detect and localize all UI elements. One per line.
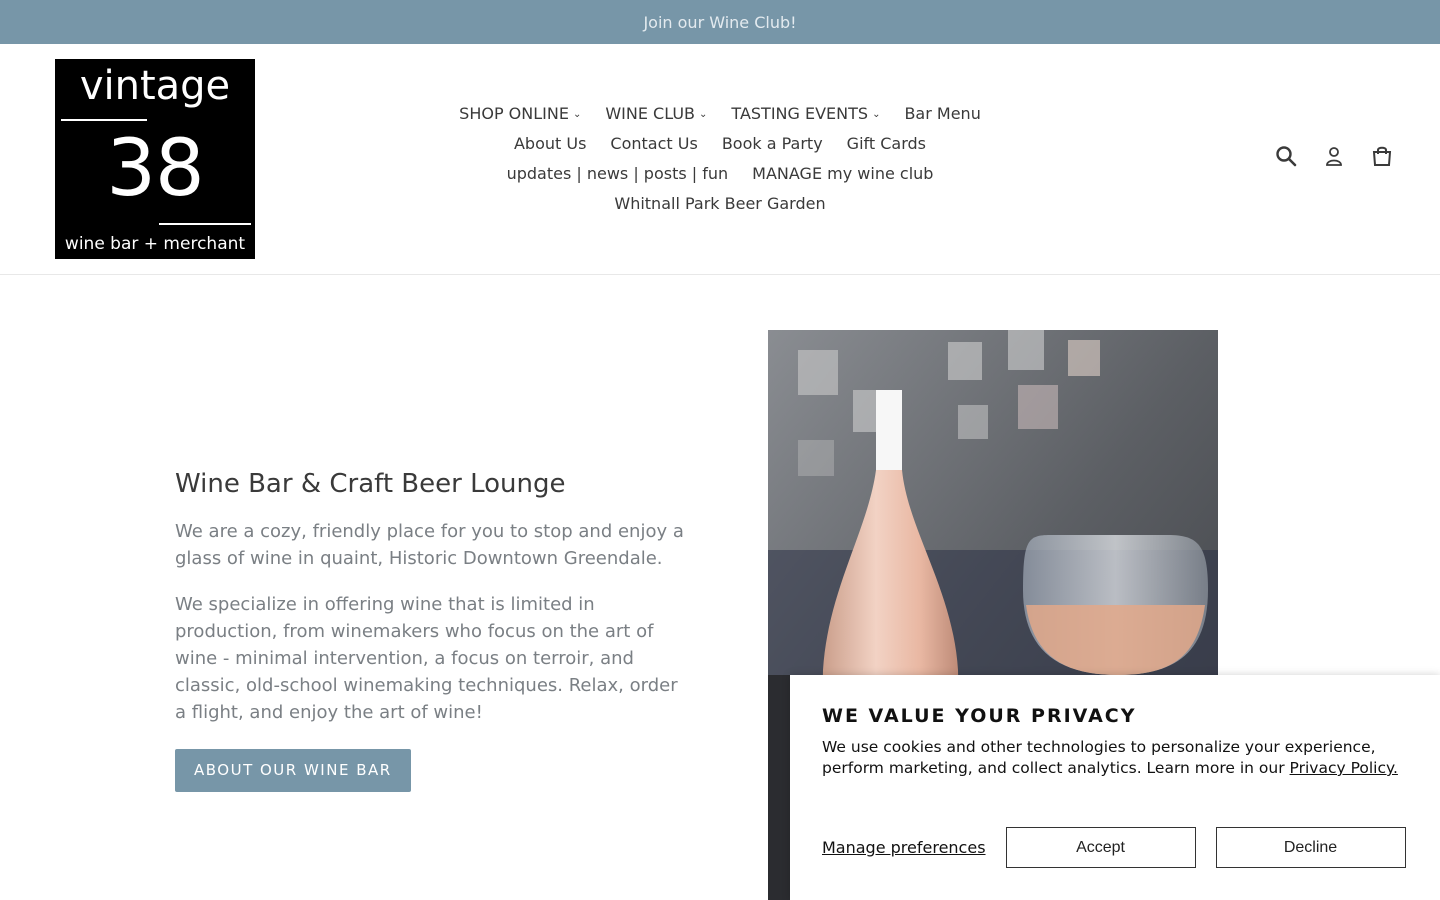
nav-row: updates | news | posts | fun MANAGE my w… bbox=[400, 158, 1040, 188]
decline-button[interactable]: Decline bbox=[1215, 827, 1406, 868]
nav-book-a-party[interactable]: Book a Party bbox=[722, 134, 823, 153]
hero-title: Wine Bar & Craft Beer Lounge bbox=[175, 469, 566, 499]
manage-preferences-link[interactable]: Manage preferences bbox=[822, 838, 986, 857]
main-nav: SHOP ONLINE ⌄ WINE CLUB ⌄ TASTING EVENTS ⌄ … bbox=[400, 98, 1040, 218]
accept-button[interactable]: Accept bbox=[1005, 827, 1196, 868]
privacy-body: We use cookies and other technologies to… bbox=[822, 737, 1408, 779]
privacy-banner: WE VALUE YOUR PRIVACY We use cookies and… bbox=[790, 675, 1440, 900]
about-wine-bar-button[interactable]: ABOUT OUR WINE BAR bbox=[175, 749, 411, 792]
nav-tasting-events[interactable]: TASTING EVENTS ⌄ bbox=[731, 104, 880, 123]
nav-shop-online[interactable]: SHOP ONLINE ⌄ bbox=[459, 104, 581, 123]
nav-gift-cards[interactable]: Gift Cards bbox=[847, 134, 926, 153]
nav-about-us[interactable]: About Us bbox=[514, 134, 586, 153]
nav-label: SHOP ONLINE bbox=[459, 103, 569, 123]
logo-number: 38 bbox=[106, 124, 204, 214]
hero-paragraph: We specialize in offering wine that is l… bbox=[175, 594, 678, 723]
nav-row: Whitnall Park Beer Garden bbox=[400, 188, 1040, 218]
nav-label: TASTING EVENTS bbox=[731, 103, 869, 123]
account-icon[interactable] bbox=[1322, 144, 1346, 168]
logo-word: vintage bbox=[79, 63, 231, 109]
nav-wine-club[interactable]: WINE CLUB ⌄ bbox=[605, 104, 707, 123]
cart-icon[interactable] bbox=[1370, 144, 1394, 168]
nav-bar-menu[interactable]: Bar Menu bbox=[904, 104, 980, 123]
nav-row: About Us Contact Us Book a Party Gift Ca… bbox=[400, 128, 1040, 158]
nav-label: WINE CLUB bbox=[605, 103, 696, 123]
logo-rule bbox=[159, 223, 251, 225]
search-icon[interactable] bbox=[1274, 144, 1298, 168]
header-icons bbox=[1274, 144, 1394, 168]
privacy-policy-link[interactable]: Privacy Policy. bbox=[1290, 759, 1398, 777]
nav-manage-wine-club[interactable]: MANAGE my wine club bbox=[752, 164, 933, 183]
nav-updates[interactable]: updates | news | posts | fun bbox=[507, 164, 729, 183]
site-header: vintage 38 wine bar + merchant SHOP ONLI… bbox=[0, 44, 1440, 275]
privacy-title: WE VALUE YOUR PRIVACY bbox=[822, 705, 1137, 727]
logo-tagline: wine bar + merchant bbox=[64, 234, 246, 254]
announcement-link[interactable]: Join our Wine Club! bbox=[643, 13, 796, 32]
site-logo[interactable]: vintage 38 wine bar + merchant bbox=[55, 59, 255, 259]
announcement-bar: Join our Wine Club! bbox=[0, 0, 1440, 44]
chevron-down-icon: ⌄ bbox=[572, 108, 582, 120]
chevron-down-icon: ⌄ bbox=[699, 108, 708, 120]
chevron-down-icon: ⌄ bbox=[872, 108, 881, 120]
hero-paragraph: We are a cozy, friendly place for you to… bbox=[175, 521, 684, 569]
nav-beer-garden[interactable]: Whitnall Park Beer Garden bbox=[614, 194, 825, 213]
nav-row: SHOP ONLINE ⌄ WINE CLUB ⌄ TASTING EVENTS ⌄ … bbox=[400, 98, 1040, 128]
hero-text: Wine Bar & Craft Beer Lounge We are a co… bbox=[175, 466, 685, 792]
nav-contact-us[interactable]: Contact Us bbox=[610, 134, 697, 153]
privacy-actions: Manage preferences Accept Decline bbox=[822, 827, 1408, 868]
